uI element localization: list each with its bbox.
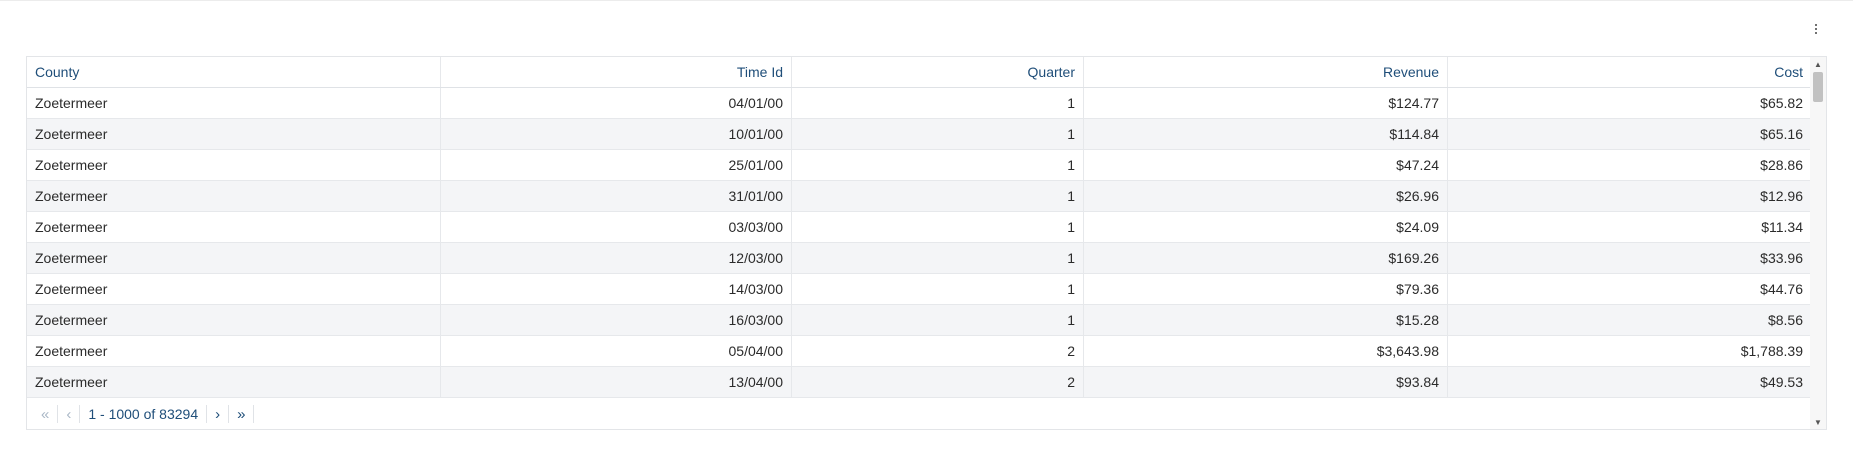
cell-county: Zoetermeer (27, 367, 441, 397)
cell-revenue: $26.96 (1084, 181, 1448, 211)
scroll-up-arrow-icon[interactable]: ▲ (1810, 57, 1826, 71)
cell-time-id: 31/01/00 (441, 181, 792, 211)
last-page-button[interactable]: » (229, 405, 255, 423)
cell-revenue: $47.24 (1084, 150, 1448, 180)
cell-quarter: 2 (792, 336, 1084, 366)
table-row[interactable]: Zoetermeer 14/03/00 1 $79.36 $44.76 (27, 274, 1811, 305)
cell-county: Zoetermeer (27, 274, 441, 304)
cell-quarter: 1 (792, 305, 1084, 335)
cell-cost: $49.53 (1760, 374, 1803, 390)
table-row[interactable]: Zoetermeer 10/01/00 1 $114.84 $65.16 (27, 119, 1811, 150)
table-row[interactable]: Zoetermeer 05/04/00 2 $3,643.98 $1,788.3… (27, 336, 1811, 367)
table-row[interactable]: Zoetermeer 12/03/00 1 $169.26 $33.96 (27, 243, 1811, 274)
cell-quarter: 1 (792, 181, 1084, 211)
cell-time-id: 04/01/00 (441, 88, 792, 118)
cell-quarter: 1 (792, 243, 1084, 273)
table-row[interactable]: Zoetermeer 31/01/00 1 $26.96 $12.96 (27, 181, 1811, 212)
scrollbar-thumb[interactable] (1813, 72, 1823, 102)
cell-cost: $8.56 (1767, 312, 1803, 328)
cell-revenue: $114.84 (1084, 119, 1448, 149)
cell-county: Zoetermeer (27, 305, 441, 335)
cell-cost: $33.96 (1760, 250, 1803, 266)
scroll-down-arrow-icon[interactable]: ▼ (1810, 415, 1826, 429)
cell-quarter: 2 (792, 367, 1084, 397)
cell-time-id: 16/03/00 (441, 305, 792, 335)
cell-quarter: 1 (792, 274, 1084, 304)
cell-county: Zoetermeer (27, 119, 441, 149)
cell-revenue: $124.77 (1084, 88, 1448, 118)
next-page-button[interactable]: › (207, 405, 230, 423)
cell-quarter: 1 (792, 150, 1084, 180)
more-options-icon[interactable] (1806, 19, 1826, 39)
cell-cost: $65.82 (1760, 95, 1803, 111)
grid-body: County Time Id Quarter Revenue Cost Zoet… (27, 57, 1811, 398)
cell-county: Zoetermeer (27, 150, 441, 180)
cell-revenue: $15.28 (1084, 305, 1448, 335)
cell-county: Zoetermeer (27, 243, 441, 273)
data-grid: County Time Id Quarter Revenue Cost Zoet… (26, 56, 1827, 430)
previous-page-button[interactable]: ‹ (58, 405, 81, 423)
cell-time-id: 03/03/00 (441, 212, 792, 242)
table-row[interactable]: Zoetermeer 25/01/00 1 $47.24 $28.86 (27, 150, 1811, 181)
cell-cost: $11.34 (1761, 219, 1803, 235)
cell-time-id: 12/03/00 (441, 243, 792, 273)
cell-cost: $44.76 (1760, 281, 1803, 297)
column-header-time-id[interactable]: Time Id (441, 57, 792, 87)
pagination-bar: « ‹ 1 - 1000 of 83294 › » (27, 399, 1811, 429)
header-row: County Time Id Quarter Revenue Cost (27, 57, 1811, 88)
table-row[interactable]: Zoetermeer 13/04/00 2 $93.84 $49.53 (27, 367, 1811, 398)
column-header-revenue[interactable]: Revenue (1084, 57, 1448, 87)
cell-cost: $28.86 (1760, 157, 1803, 173)
cell-cost: $12.96 (1760, 188, 1803, 204)
cell-quarter: 1 (792, 119, 1084, 149)
table-row[interactable]: Zoetermeer 04/01/00 1 $124.77 $65.82 (27, 88, 1811, 119)
page-range-label: 1 - 1000 of 83294 (80, 405, 208, 423)
cell-revenue: $93.84 (1084, 367, 1448, 397)
column-header-county[interactable]: County (27, 57, 441, 87)
cell-county: Zoetermeer (27, 336, 441, 366)
cell-cost: $1,788.39 (1740, 343, 1803, 359)
table-row[interactable]: Zoetermeer 03/03/00 1 $24.09 $11.34 (27, 212, 1811, 243)
top-divider (0, 0, 1853, 1)
table-row[interactable]: Zoetermeer 16/03/00 1 $15.28 $8.56 (27, 305, 1811, 336)
cell-cost: $65.16 (1760, 126, 1803, 142)
cell-time-id: 14/03/00 (441, 274, 792, 304)
column-header-quarter[interactable]: Quarter (792, 57, 1084, 87)
cell-time-id: 10/01/00 (441, 119, 792, 149)
column-header-cost[interactable]: Cost (1448, 57, 1811, 87)
cell-revenue: $24.09 (1084, 212, 1448, 242)
cell-quarter: 1 (792, 88, 1084, 118)
vertical-scrollbar[interactable]: ▲ ▼ (1810, 57, 1826, 429)
cell-revenue: $79.36 (1084, 274, 1448, 304)
cell-county: Zoetermeer (27, 88, 441, 118)
first-page-button[interactable]: « (27, 405, 59, 423)
cell-revenue: $3,643.98 (1084, 336, 1448, 366)
cell-time-id: 25/01/00 (441, 150, 792, 180)
cell-time-id: 05/04/00 (441, 336, 792, 366)
cell-county: Zoetermeer (27, 181, 441, 211)
cell-quarter: 1 (792, 212, 1084, 242)
cell-time-id: 13/04/00 (441, 367, 792, 397)
cell-revenue: $169.26 (1084, 243, 1448, 273)
cell-county: Zoetermeer (27, 212, 441, 242)
